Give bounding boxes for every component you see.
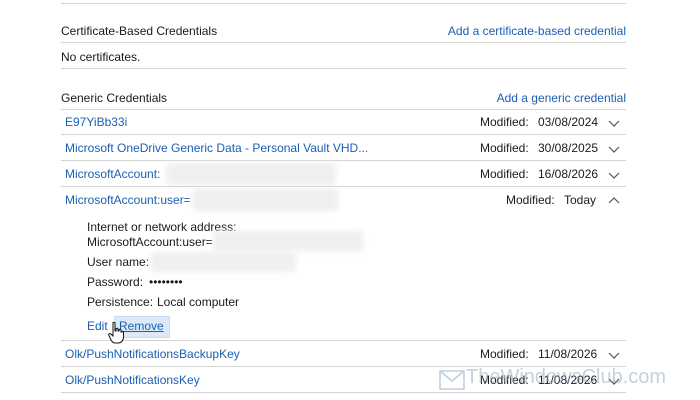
credential-name: Microsoft OneDrive Generic Data - Person… xyxy=(65,141,369,155)
edit-button[interactable]: Edit xyxy=(87,319,108,333)
persistence-value: Local computer xyxy=(157,295,240,309)
modified-label: Modified: xyxy=(480,141,529,155)
password-label: Password: xyxy=(87,275,144,289)
password-value: •••••••• xyxy=(149,275,183,289)
no-certificates-text: No certificates. xyxy=(61,50,141,64)
redacted-username-blur xyxy=(166,163,336,185)
address-value: MicrosoftAccount:user= xyxy=(87,235,213,249)
divider xyxy=(61,109,626,110)
divider xyxy=(61,42,626,43)
divider xyxy=(61,68,626,69)
generic-section-title: Generic Credentials xyxy=(61,91,168,105)
add-certificate-credential-link[interactable]: Add a certificate-based credential xyxy=(448,24,626,38)
redacted-username-blur xyxy=(151,252,296,272)
chevron-down-icon[interactable] xyxy=(608,349,620,361)
divider xyxy=(61,134,626,135)
credential-name: Olk/PushNotificationsBackupKey xyxy=(65,347,240,361)
modified-value: Today xyxy=(564,193,597,207)
persistence-label: Persistence: xyxy=(87,295,154,309)
watermark-text: TheWindowsClub.com xyxy=(466,366,667,388)
modified-value: 16/08/2026 xyxy=(538,167,599,181)
modified-label: Modified: xyxy=(480,115,529,129)
divider xyxy=(61,3,626,4)
redacted-address-blur xyxy=(213,231,363,251)
credential-name: E97YiBb33i xyxy=(65,115,128,129)
modified-value: 11/08/2026 xyxy=(538,347,598,361)
windows-logo-icon xyxy=(439,370,465,390)
remove-button[interactable]: Remove xyxy=(119,319,164,333)
credential-name: MicrosoftAccount:user= xyxy=(65,193,191,207)
username-label: User name: xyxy=(87,255,150,269)
watermark: TheWindowsClub.com xyxy=(438,365,678,393)
modified-label: Modified: xyxy=(506,193,555,207)
hand-cursor-icon xyxy=(108,322,124,344)
chevron-up-icon[interactable] xyxy=(608,195,620,207)
chevron-down-icon[interactable] xyxy=(608,143,620,155)
redacted-username-blur xyxy=(193,189,338,211)
modified-value: 30/08/2025 xyxy=(538,141,599,155)
add-generic-credential-link[interactable]: Add a generic credential xyxy=(497,91,626,105)
divider xyxy=(61,186,626,187)
modified-label: Modified: xyxy=(480,167,529,181)
credential-name: MicrosoftAccount: xyxy=(65,167,161,181)
chevron-down-icon[interactable] xyxy=(608,117,620,129)
credential-name: Olk/PushNotificationsKey xyxy=(65,373,200,387)
divider xyxy=(61,160,626,161)
modified-label: Modified: xyxy=(480,347,529,361)
chevron-down-icon[interactable] xyxy=(608,169,620,181)
modified-value: 03/08/2024 xyxy=(538,115,599,129)
divider xyxy=(61,340,626,341)
certificate-section-title: Certificate-Based Credentials xyxy=(61,24,218,38)
